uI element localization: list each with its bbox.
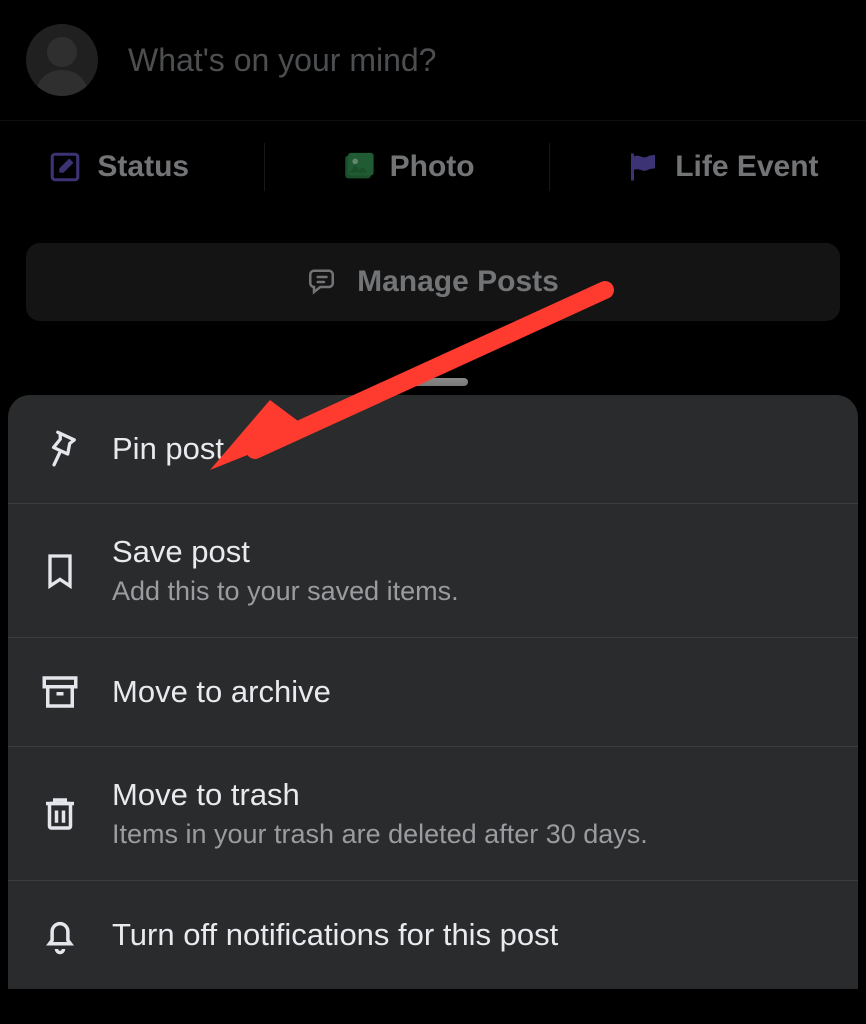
manage-posts-button[interactable]: Manage Posts bbox=[26, 243, 840, 321]
menu-item-turn-off-notifications[interactable]: Turn off notifications for this post bbox=[8, 881, 858, 989]
menu-item-title: Move to trash bbox=[112, 777, 648, 813]
menu-item-title: Move to archive bbox=[112, 674, 331, 710]
trash-icon bbox=[36, 790, 84, 838]
post-options-sheet: Pin post Save post Add this to your save… bbox=[8, 395, 858, 989]
speech-list-icon bbox=[307, 265, 341, 299]
menu-item-title: Save post bbox=[112, 534, 459, 570]
pin-icon bbox=[36, 425, 84, 473]
sheet-grabber[interactable] bbox=[398, 378, 468, 386]
status-button[interactable]: Status bbox=[27, 149, 209, 185]
photo-button[interactable]: Photo bbox=[320, 149, 495, 185]
edit-icon bbox=[47, 149, 83, 185]
archive-icon bbox=[36, 668, 84, 716]
bell-icon bbox=[36, 911, 84, 959]
composer-row[interactable]: What's on your mind? bbox=[0, 0, 866, 121]
menu-item-save-post[interactable]: Save post Add this to your saved items. bbox=[8, 504, 858, 638]
separator bbox=[264, 143, 265, 191]
separator bbox=[549, 143, 550, 191]
menu-item-move-to-archive[interactable]: Move to archive bbox=[8, 638, 858, 747]
sheet-grabber-wrap bbox=[0, 378, 866, 386]
manage-posts-wrap: Manage Posts bbox=[0, 213, 866, 359]
photo-label: Photo bbox=[390, 150, 475, 184]
life-event-label: Life Event bbox=[675, 150, 818, 184]
menu-item-subtitle: Add this to your saved items. bbox=[112, 576, 459, 607]
composer-placeholder[interactable]: What's on your mind? bbox=[128, 42, 436, 79]
menu-item-title: Pin post bbox=[112, 431, 224, 467]
menu-item-subtitle: Items in your trash are deleted after 30… bbox=[112, 819, 648, 850]
menu-item-move-to-trash[interactable]: Move to trash Items in your trash are de… bbox=[8, 747, 858, 881]
manage-posts-label: Manage Posts bbox=[357, 265, 559, 299]
flag-icon bbox=[625, 149, 661, 185]
avatar-silhouette-icon bbox=[26, 24, 98, 96]
bookmark-icon bbox=[36, 547, 84, 595]
avatar[interactable] bbox=[26, 24, 98, 96]
photo-icon bbox=[340, 149, 376, 185]
status-label: Status bbox=[97, 150, 189, 184]
menu-item-title: Turn off notifications for this post bbox=[112, 917, 558, 953]
composer-actions-row: Status Photo Life Event bbox=[0, 121, 866, 213]
background-dim-layer: What's on your mind? Status Pho bbox=[0, 0, 866, 359]
menu-item-pin-post[interactable]: Pin post bbox=[8, 395, 858, 504]
life-event-button[interactable]: Life Event bbox=[605, 149, 838, 185]
